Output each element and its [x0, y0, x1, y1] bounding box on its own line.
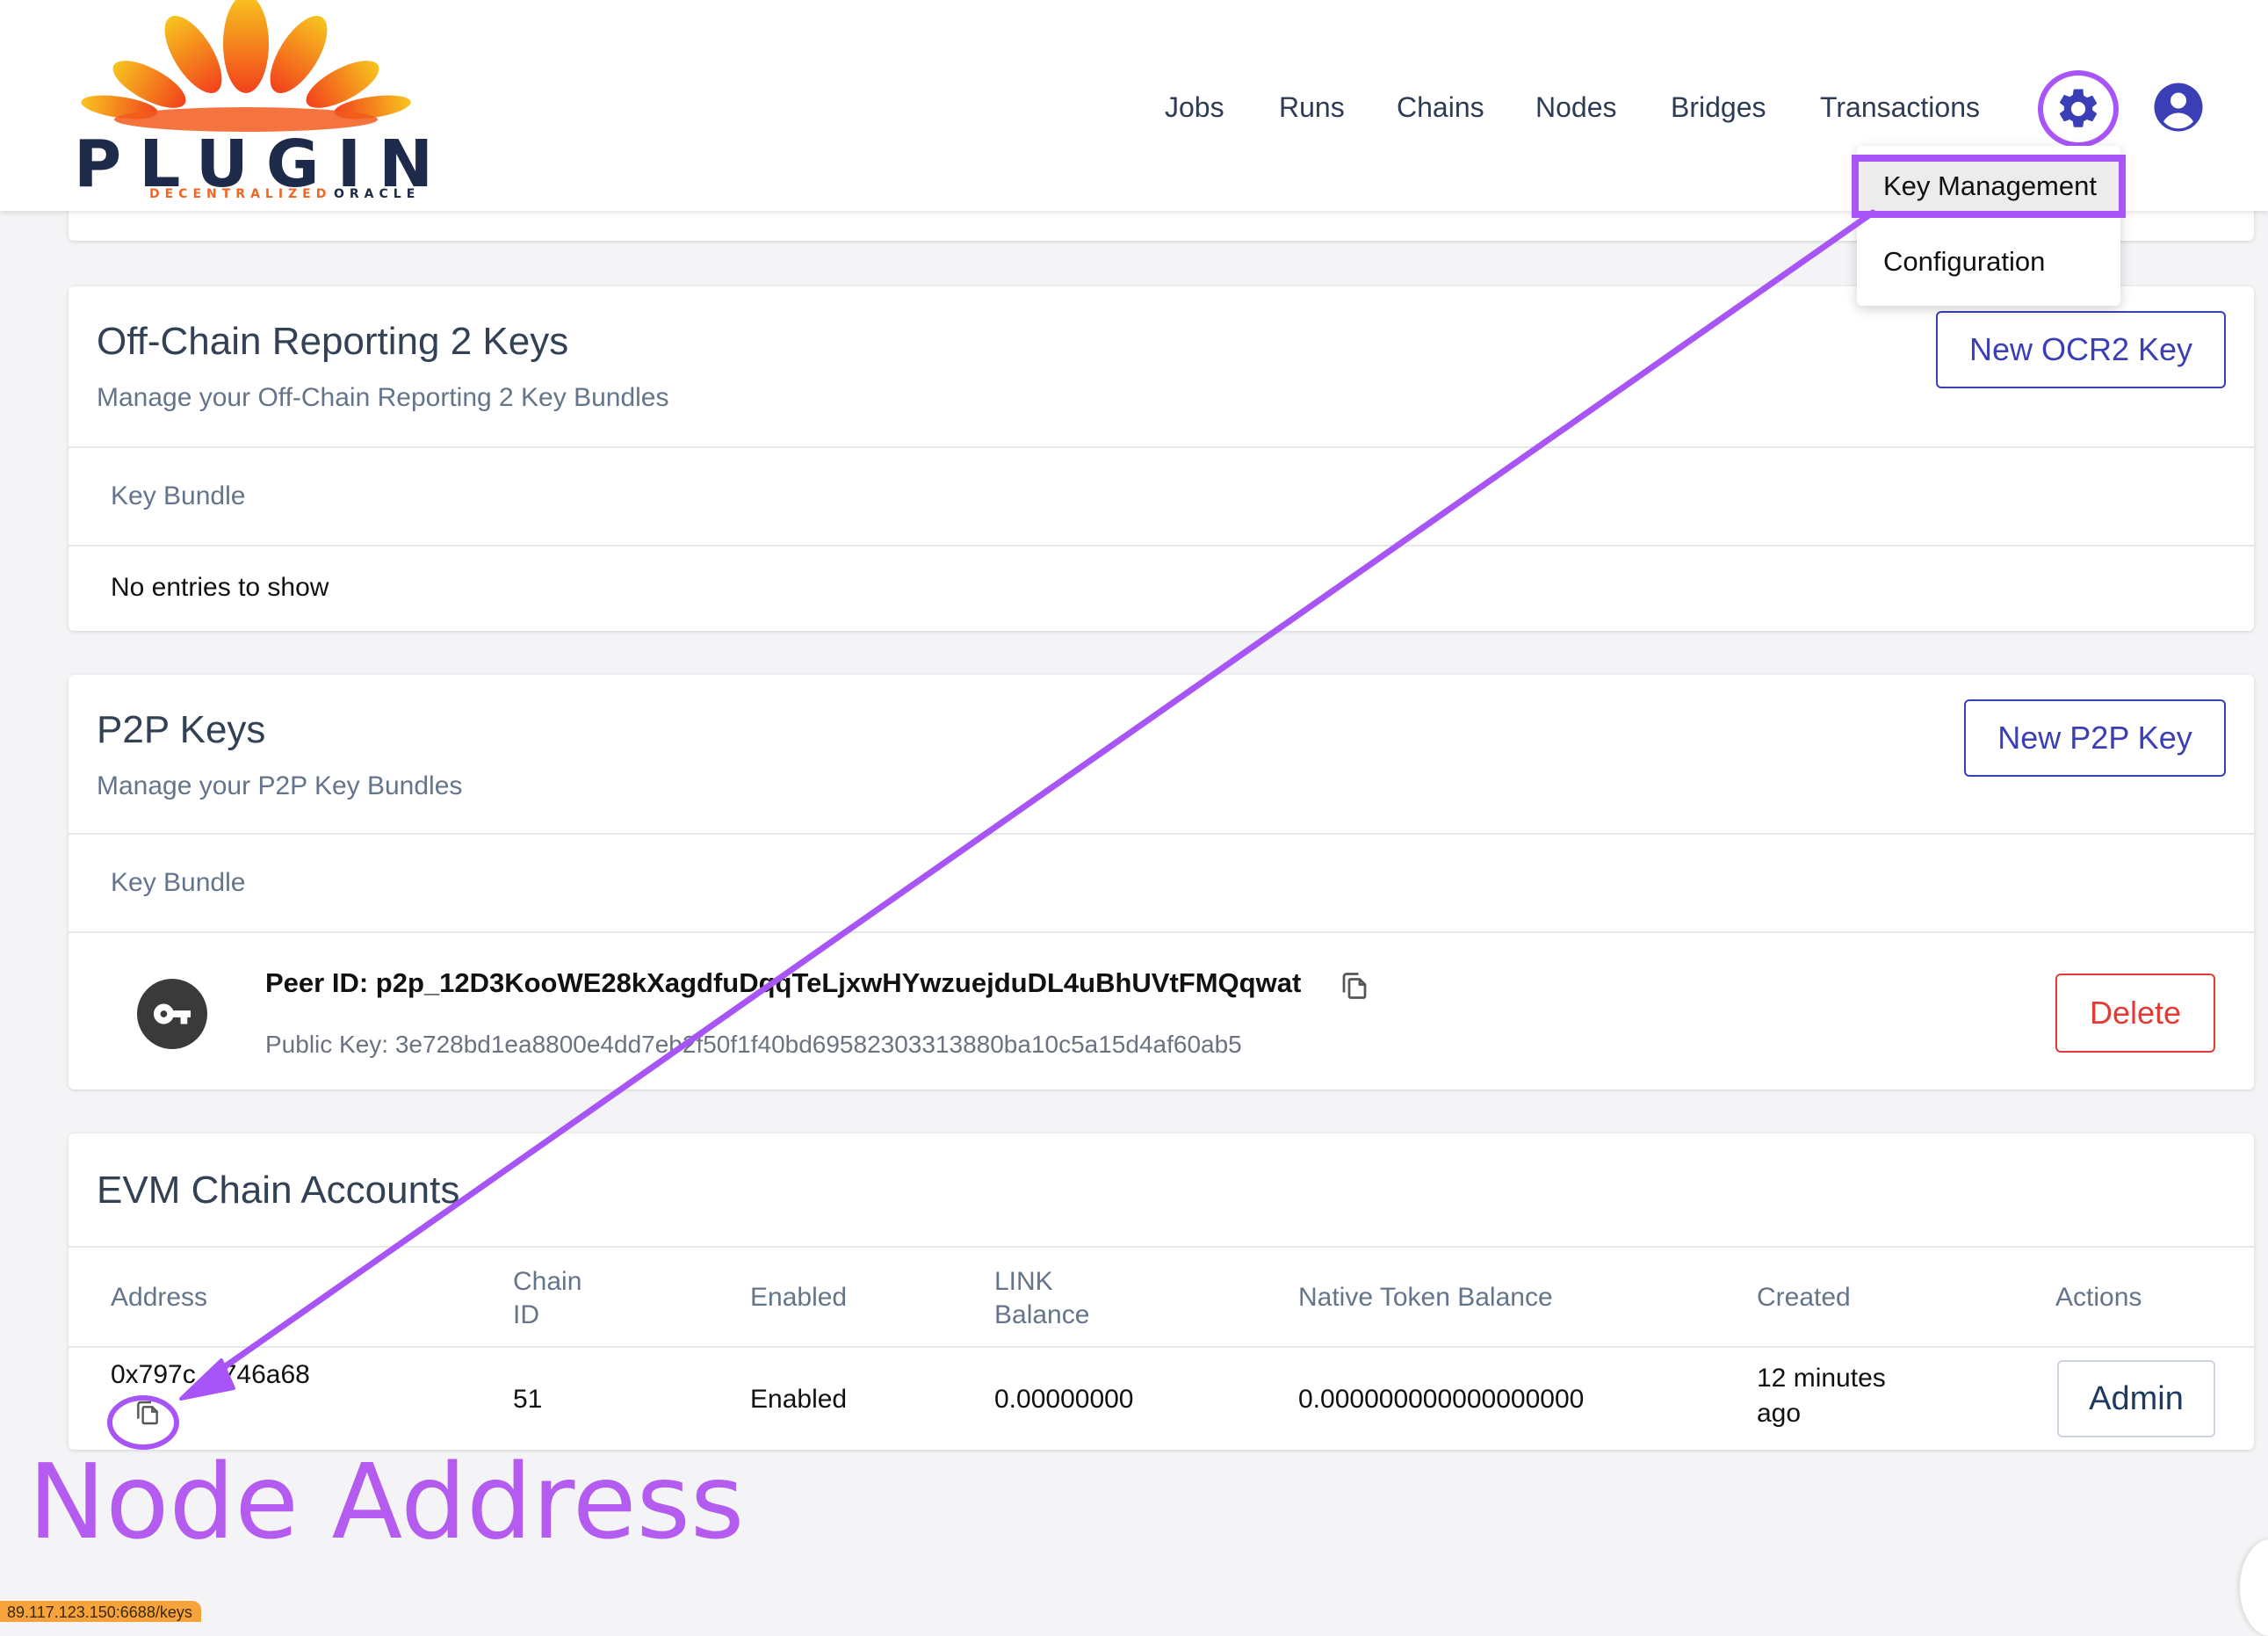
gear-icon [2059, 89, 2098, 127]
admin-button[interactable]: Admin [2057, 1360, 2215, 1437]
nav-nodes[interactable]: Nodes [1535, 90, 1617, 125]
evm-native-balance: 0.000000000000000000 [1298, 1385, 1585, 1414]
ocr2-column-key-bundle: Key Bundle [111, 481, 246, 510]
ocr2-title: Off-Chain Reporting 2 Keys [97, 320, 569, 363]
col-address: Address [111, 1283, 208, 1312]
col-link-line2: Balance [994, 1300, 1090, 1329]
corner-widget[interactable] [2240, 1539, 2268, 1636]
evm-link-balance: 0.00000000 [994, 1385, 1134, 1414]
new-ocr2-key-button[interactable]: New OCR2 Key [1936, 311, 2226, 388]
copy-peer-id-icon[interactable] [1339, 968, 1370, 1003]
nav-chains[interactable]: Chains [1397, 90, 1484, 125]
p2p-public-key: Public Key: 3e728bd1ea8800e4dd7eb2f50f1f… [265, 1031, 1242, 1058]
logo-tagline-right: ORACLE [334, 187, 421, 201]
menu-item-configuration[interactable]: Configuration [1857, 230, 2120, 293]
logo-tagline-left: DECENTRALIZED [149, 187, 332, 201]
key-avatar [137, 979, 207, 1049]
col-enabled: Enabled [750, 1283, 848, 1312]
p2p-subtitle: Manage your P2P Key Bundles [97, 771, 463, 800]
col-actions: Actions [2055, 1283, 2142, 1312]
evm-created-line2: ago [1757, 1399, 1802, 1428]
nav-transactions[interactable]: Transactions [1820, 90, 1980, 125]
nav-bridges[interactable]: Bridges [1671, 90, 1766, 125]
col-chain-id-line2: ID [513, 1300, 539, 1329]
ocr2-subtitle: Manage your Off-Chain Reporting 2 Key Bu… [97, 383, 669, 412]
node-address-label: Node Address [28, 1441, 745, 1562]
plugin-logo[interactable]: PLUGIN DECENTRALIZED ORACLE [61, 0, 433, 204]
evm-address: 0x797c…746a68 [111, 1360, 310, 1389]
evm-created-line1: 12 minutes [1757, 1364, 1886, 1393]
p2p-column-key-bundle: Key Bundle [111, 868, 246, 897]
key-icon [153, 1003, 191, 1024]
status-url-bar: 89.117.123.150:6688/keys [0, 1601, 201, 1622]
p2p-keys-card: P2P Keys Manage your P2P Key Bundles New… [69, 675, 2254, 1089]
new-p2p-key-button[interactable]: New P2P Key [1964, 699, 2226, 777]
col-chain-id-line1: Chain [513, 1267, 582, 1296]
divider [69, 931, 2254, 933]
menu-item-key-management[interactable]: Key Management [1852, 155, 2126, 218]
col-link-line1: LINK [994, 1267, 1053, 1296]
divider [69, 833, 2254, 835]
delete-p2p-key-button[interactable]: Delete [2055, 974, 2215, 1053]
user-circle-icon [2154, 83, 2203, 132]
divider [69, 1346, 2254, 1348]
divider [69, 545, 2254, 547]
settings-button[interactable] [2038, 70, 2119, 148]
col-native-token-balance: Native Token Balance [1298, 1283, 1553, 1312]
p2p-title: P2P Keys [97, 708, 266, 751]
evm-chain-accounts-card: EVM Chain Accounts Address Chain ID Enab… [69, 1133, 2254, 1450]
divider [69, 1246, 2254, 1248]
sunburst-icon [81, 0, 411, 132]
ocr2-empty-message: No entries to show [111, 573, 329, 602]
p2p-peer-id: Peer ID: p2p_12D3KooWE28kXagdfuDqqTeLjxw… [265, 967, 1302, 998]
nav-jobs[interactable]: Jobs [1165, 90, 1224, 125]
nav-runs[interactable]: Runs [1279, 90, 1345, 125]
settings-dropdown-menu: Key Management Configuration [1852, 146, 2126, 306]
evm-chain-id: 51 [513, 1385, 543, 1414]
ocr2-keys-card: Off-Chain Reporting 2 Keys Manage your O… [69, 286, 2254, 631]
divider [69, 446, 2254, 448]
col-created: Created [1757, 1283, 1851, 1312]
evm-enabled: Enabled [750, 1385, 848, 1414]
evm-title: EVM Chain Accounts [97, 1169, 460, 1212]
account-button[interactable] [2152, 81, 2205, 134]
